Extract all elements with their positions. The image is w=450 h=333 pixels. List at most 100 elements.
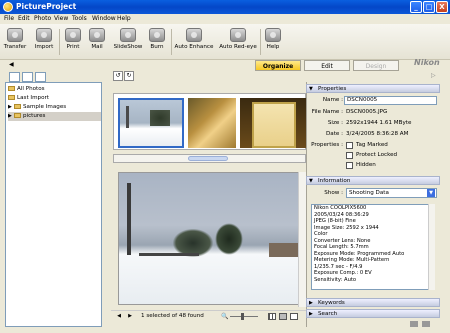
selection-count: 1 selected of 48 found <box>141 313 204 319</box>
help-label: Help <box>266 44 280 50</box>
zoom-slider[interactable] <box>230 316 258 317</box>
next-icon[interactable]: ▶ <box>126 313 134 320</box>
image-fence <box>139 253 199 256</box>
status-bar: ◀ ▶ 1 selected of 48 found 🔍 <box>111 310 306 321</box>
tag-marked-checkbox[interactable] <box>346 142 353 149</box>
red-eye-icon <box>230 28 246 42</box>
window-title: PictureProject <box>16 2 77 11</box>
import-button[interactable]: Import <box>31 26 57 51</box>
menu-photo[interactable]: Photo <box>34 15 51 23</box>
close-button[interactable]: X <box>436 1 448 13</box>
import-label: Import <box>34 44 54 50</box>
thumbnail-scrollbar[interactable] <box>113 154 306 163</box>
tree-item-label: All Photos <box>17 86 45 92</box>
previous-icon[interactable]: ◀ <box>115 313 123 320</box>
tree-item-label: Last Import <box>17 95 49 101</box>
toolbar-separator <box>260 29 261 55</box>
import-icon <box>36 28 52 42</box>
thumbnail[interactable] <box>240 98 306 148</box>
zoom-slider-thumb[interactable] <box>241 313 244 320</box>
print-label: Print <box>66 44 80 50</box>
toolbar: Transfer Import Print Mail SlideShow Bur… <box>0 24 450 60</box>
toolbar-separator <box>59 29 60 55</box>
tree-item-sample-images[interactable]: ▶ Sample Images <box>8 103 66 112</box>
slideshow-icon <box>120 28 136 42</box>
name-field[interactable]: DSCN0005 <box>344 96 437 105</box>
toolbar-separator <box>171 29 172 55</box>
date-label: Date : <box>325 131 343 137</box>
menu-view[interactable]: View <box>54 15 68 23</box>
auto-red-eye-button[interactable]: Auto Red-eye <box>218 26 258 51</box>
tree-item-all-photos[interactable]: All Photos <box>8 85 45 94</box>
title-bar: PictureProject _ □ X <box>0 0 450 14</box>
hidden-label: Hidden <box>356 162 376 168</box>
properties-header[interactable]: ▼ Properties <box>306 84 440 93</box>
transfer-button[interactable]: Transfer <box>2 26 28 51</box>
new-folder-icon[interactable] <box>9 72 20 82</box>
info-scrollbar[interactable] <box>428 204 435 290</box>
search-header[interactable]: ▶ Search <box>306 309 440 318</box>
properties-title: Properties <box>318 86 347 92</box>
name-label: Name : <box>322 97 343 103</box>
menu-help[interactable]: Help <box>117 15 131 23</box>
list-view-icon[interactable] <box>290 313 298 320</box>
auto-enhance-button[interactable]: Auto Enhance <box>174 26 214 51</box>
thumbnail[interactable] <box>188 98 236 148</box>
information-header[interactable]: ▼ Information <box>306 176 440 185</box>
transfer-icon <box>7 28 23 42</box>
delete-folder-icon[interactable] <box>35 72 46 82</box>
print-button[interactable]: Print <box>61 26 85 51</box>
menu-window[interactable]: Window <box>92 15 116 23</box>
help-button[interactable]: Help <box>262 26 284 51</box>
menu-edit[interactable]: Edit <box>18 15 30 23</box>
tree-item-label: pictures <box>23 113 46 119</box>
help-icon <box>265 28 281 42</box>
rotate-toolbar: ↺ ↻ <box>111 70 306 82</box>
folder-icon <box>8 95 15 100</box>
burn-icon <box>149 28 165 42</box>
protect-locked-checkbox[interactable] <box>346 152 353 159</box>
collapse-triangle-icon: ▼ <box>309 86 313 92</box>
menu-file[interactable]: File <box>4 15 14 23</box>
burn-button[interactable]: Burn <box>146 26 168 51</box>
tree-item-pictures[interactable]: ▶ pictures <box>8 112 101 121</box>
thumbnail-strip <box>113 93 306 150</box>
panel-button-icon[interactable] <box>422 321 430 327</box>
show-dropdown-value: Shooting Data <box>349 190 389 196</box>
grid-view-icon[interactable] <box>268 313 276 320</box>
folder-tree: All Photos Last Import ▶ Sample Images ▶ p… <box>5 82 102 327</box>
burn-label: Burn <box>150 44 164 50</box>
folder-options-icon[interactable] <box>22 72 33 82</box>
date-value: 3/24/2005 8:36:28 AM <box>346 131 409 137</box>
rotate-right-icon[interactable]: ↻ <box>124 71 134 81</box>
filmstrip-view-icon[interactable] <box>279 313 287 320</box>
panel-button-icon[interactable] <box>410 321 418 327</box>
tree-item-last-import[interactable]: Last Import <box>8 94 49 103</box>
menu-tools[interactable]: Tools <box>72 15 87 23</box>
slideshow-button[interactable]: SlideShow <box>112 26 144 51</box>
folder-icon <box>14 104 21 109</box>
preview-image <box>118 172 302 305</box>
filename-value: DSCN0005.JPG <box>346 109 388 115</box>
zoom-icon[interactable]: 🔍 <box>221 311 228 322</box>
panel-expand-icon[interactable]: ▷ <box>431 72 436 79</box>
auto-enhance-icon <box>186 28 202 42</box>
keywords-header[interactable]: ▶ Keywords <box>306 298 440 307</box>
expand-triangle-icon: ▶ <box>309 300 313 306</box>
scrollbar-thumb[interactable] <box>188 156 228 161</box>
print-icon <box>65 28 81 42</box>
rotate-left-icon[interactable]: ↺ <box>113 71 123 81</box>
collapse-arrow-icon[interactable]: ◀ <box>9 61 14 68</box>
maximize-button[interactable]: □ <box>423 1 435 13</box>
tab-edit[interactable]: Edit <box>304 60 350 71</box>
dropdown-arrow-icon[interactable]: ▼ <box>427 189 435 197</box>
minimize-button[interactable]: _ <box>410 1 422 13</box>
hidden-checkbox[interactable] <box>346 162 353 169</box>
mail-button[interactable]: Mail <box>86 26 108 51</box>
keywords-title: Keywords <box>318 300 345 306</box>
tab-design[interactable]: Design <box>353 60 399 71</box>
folder-icon <box>8 86 15 91</box>
show-dropdown[interactable]: Shooting Data ▼ <box>346 188 437 198</box>
thumbnail-selected[interactable] <box>118 98 184 148</box>
info-line: Sensitivity: Auto <box>314 276 357 283</box>
